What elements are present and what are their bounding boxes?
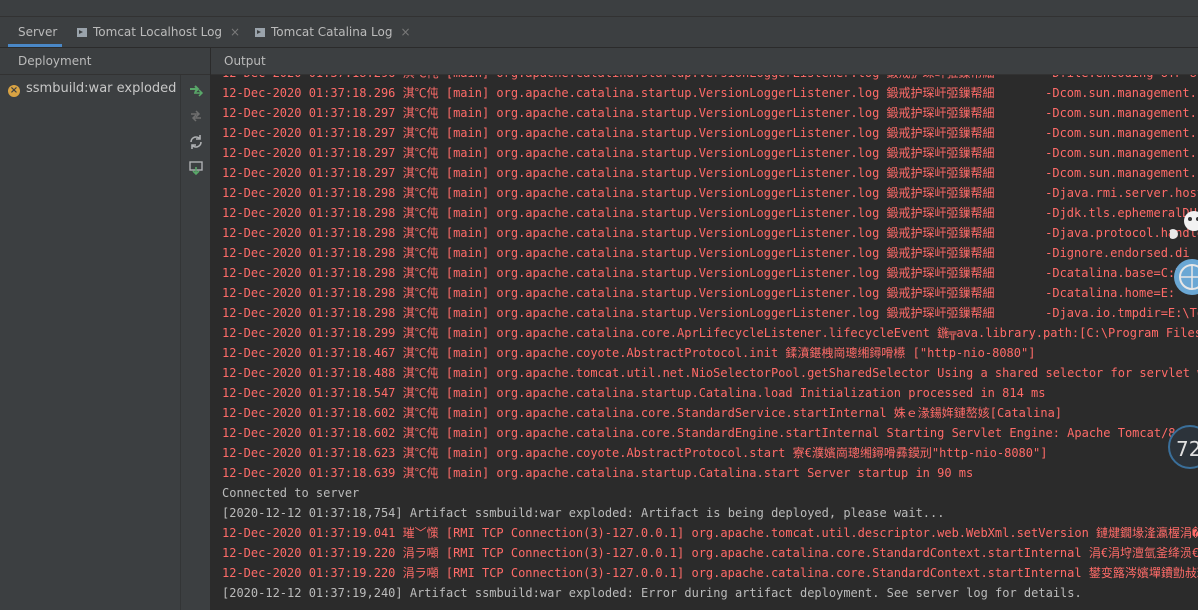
console-line: 12-Dec-2020 01:37:18.547 淇℃伅 [main] org.… <box>222 386 1046 400</box>
output-panel: Output 12-Dec-2020 01:37:18.296 淇℃伅 [mai… <box>211 48 1198 610</box>
console-line: 12-Dec-2020 01:37:19.220 涓ラ噸 [RMI TCP Co… <box>222 566 1198 580</box>
tab-tomcat-catalina-log[interactable]: Tomcat Catalina Log × <box>255 17 411 47</box>
console-line: 12-Dec-2020 01:37:18.602 淇℃伅 [main] org.… <box>222 406 1063 420</box>
deployment-list: × ssmbuild:war exploded <box>0 75 181 610</box>
output-console[interactable]: 12-Dec-2020 01:37:18.296 淇℃伅 [main] org.… <box>211 75 1198 610</box>
tool-window-tabbar: Server Tomcat Localhost Log × Tomcat Cata… <box>0 17 1198 48</box>
tab-tomcat-localhost-log[interactable]: Tomcat Localhost Log × <box>77 17 240 47</box>
console-line: [2020-12-12 01:37:19,240] Artifact ssmbu… <box>222 586 1082 600</box>
console-line: 12-Dec-2020 01:37:18.639 淇℃伅 [main] org.… <box>222 466 974 480</box>
console-line: Connected to server <box>222 486 360 500</box>
console-line: 12-Dec-2020 01:37:18.467 淇℃伅 [main] org.… <box>222 346 1036 360</box>
update-icon[interactable] <box>188 160 204 176</box>
tab-label: Tomcat Localhost Log <box>93 25 223 39</box>
deployment-item-label: ssmbuild:war exploded <box>26 81 177 96</box>
console-line: 12-Dec-2020 01:37:18.297 淇℃伅 [main] org.… <box>222 126 1198 140</box>
tab-server-label: Server <box>18 25 58 39</box>
console-line: 12-Dec-2020 01:37:18.297 淇℃伅 [main] org.… <box>222 146 1198 160</box>
console-line: 12-Dec-2020 01:37:18.488 淇℃伅 [main] org.… <box>222 366 1198 380</box>
console-line: 12-Dec-2020 01:37:18.298 淇℃伅 [main] org.… <box>222 206 1197 220</box>
output-header: Output <box>211 48 1198 75</box>
tab-server[interactable]: Server <box>8 17 62 47</box>
tab-label: Tomcat Catalina Log <box>271 25 393 39</box>
console-line: 12-Dec-2020 01:37:18.298 淇℃伅 [main] org.… <box>222 226 1198 240</box>
log-file-icon <box>77 28 87 37</box>
floating-mascot-widget[interactable] <box>1168 205 1198 305</box>
deployment-header: Deployment <box>0 48 210 75</box>
console-line: 12-Dec-2020 01:37:18.297 淇℃伅 [main] org.… <box>222 106 1198 120</box>
console-line: 12-Dec-2020 01:37:18.296 淇℃伅 [main] org.… <box>222 75 1198 83</box>
console-line: 12-Dec-2020 01:37:18.297 淇℃伅 [main] org.… <box>222 166 1198 180</box>
console-line: 12-Dec-2020 01:37:18.298 淇℃伅 [main] org.… <box>222 266 1183 280</box>
console-line: 12-Dec-2020 01:37:18.298 淇℃伅 [main] org.… <box>222 246 1190 260</box>
deployment-item[interactable]: × ssmbuild:war exploded <box>8 79 176 99</box>
close-icon[interactable]: × <box>400 25 410 39</box>
error-icon: × <box>8 85 20 97</box>
console-lines: 12-Dec-2020 01:37:18.296 淇℃伅 [main] org.… <box>222 75 1198 603</box>
window-title-bar <box>0 0 1198 17</box>
deploy-icon[interactable] <box>188 82 204 98</box>
console-line: 12-Dec-2020 01:37:18.298 淇℃伅 [main] org.… <box>222 286 1176 300</box>
console-line: 12-Dec-2020 01:37:18.299 淇℃伅 [main] org.… <box>222 326 1198 340</box>
console-line: [2020-12-12 01:37:18,754] Artifact ssmbu… <box>222 506 945 520</box>
console-line: 12-Dec-2020 01:37:18.298 淇℃伅 [main] org.… <box>222 186 1198 200</box>
console-line: 12-Dec-2020 01:37:18.296 淇℃伅 [main] org.… <box>222 86 1198 100</box>
console-line: 12-Dec-2020 01:37:19.041 璀﹀憡 [RMI TCP Co… <box>222 526 1198 540</box>
console-line: 12-Dec-2020 01:37:18.298 淇℃伅 [main] org.… <box>222 306 1198 320</box>
deployment-panel: Deployment × ssmbuild:war exploded <box>0 48 211 610</box>
console-line: 12-Dec-2020 01:37:18.623 淇℃伅 [main] org.… <box>222 446 1048 460</box>
close-icon[interactable]: × <box>230 25 240 39</box>
undeploy-icon[interactable] <box>188 108 204 124</box>
console-line: 12-Dec-2020 01:37:18.602 淇℃伅 [main] org.… <box>222 426 1198 440</box>
console-line: 12-Dec-2020 01:37:19.220 涓ラ噸 [RMI TCP Co… <box>222 546 1198 560</box>
redeploy-icon[interactable] <box>188 134 204 150</box>
log-file-icon <box>255 28 265 37</box>
